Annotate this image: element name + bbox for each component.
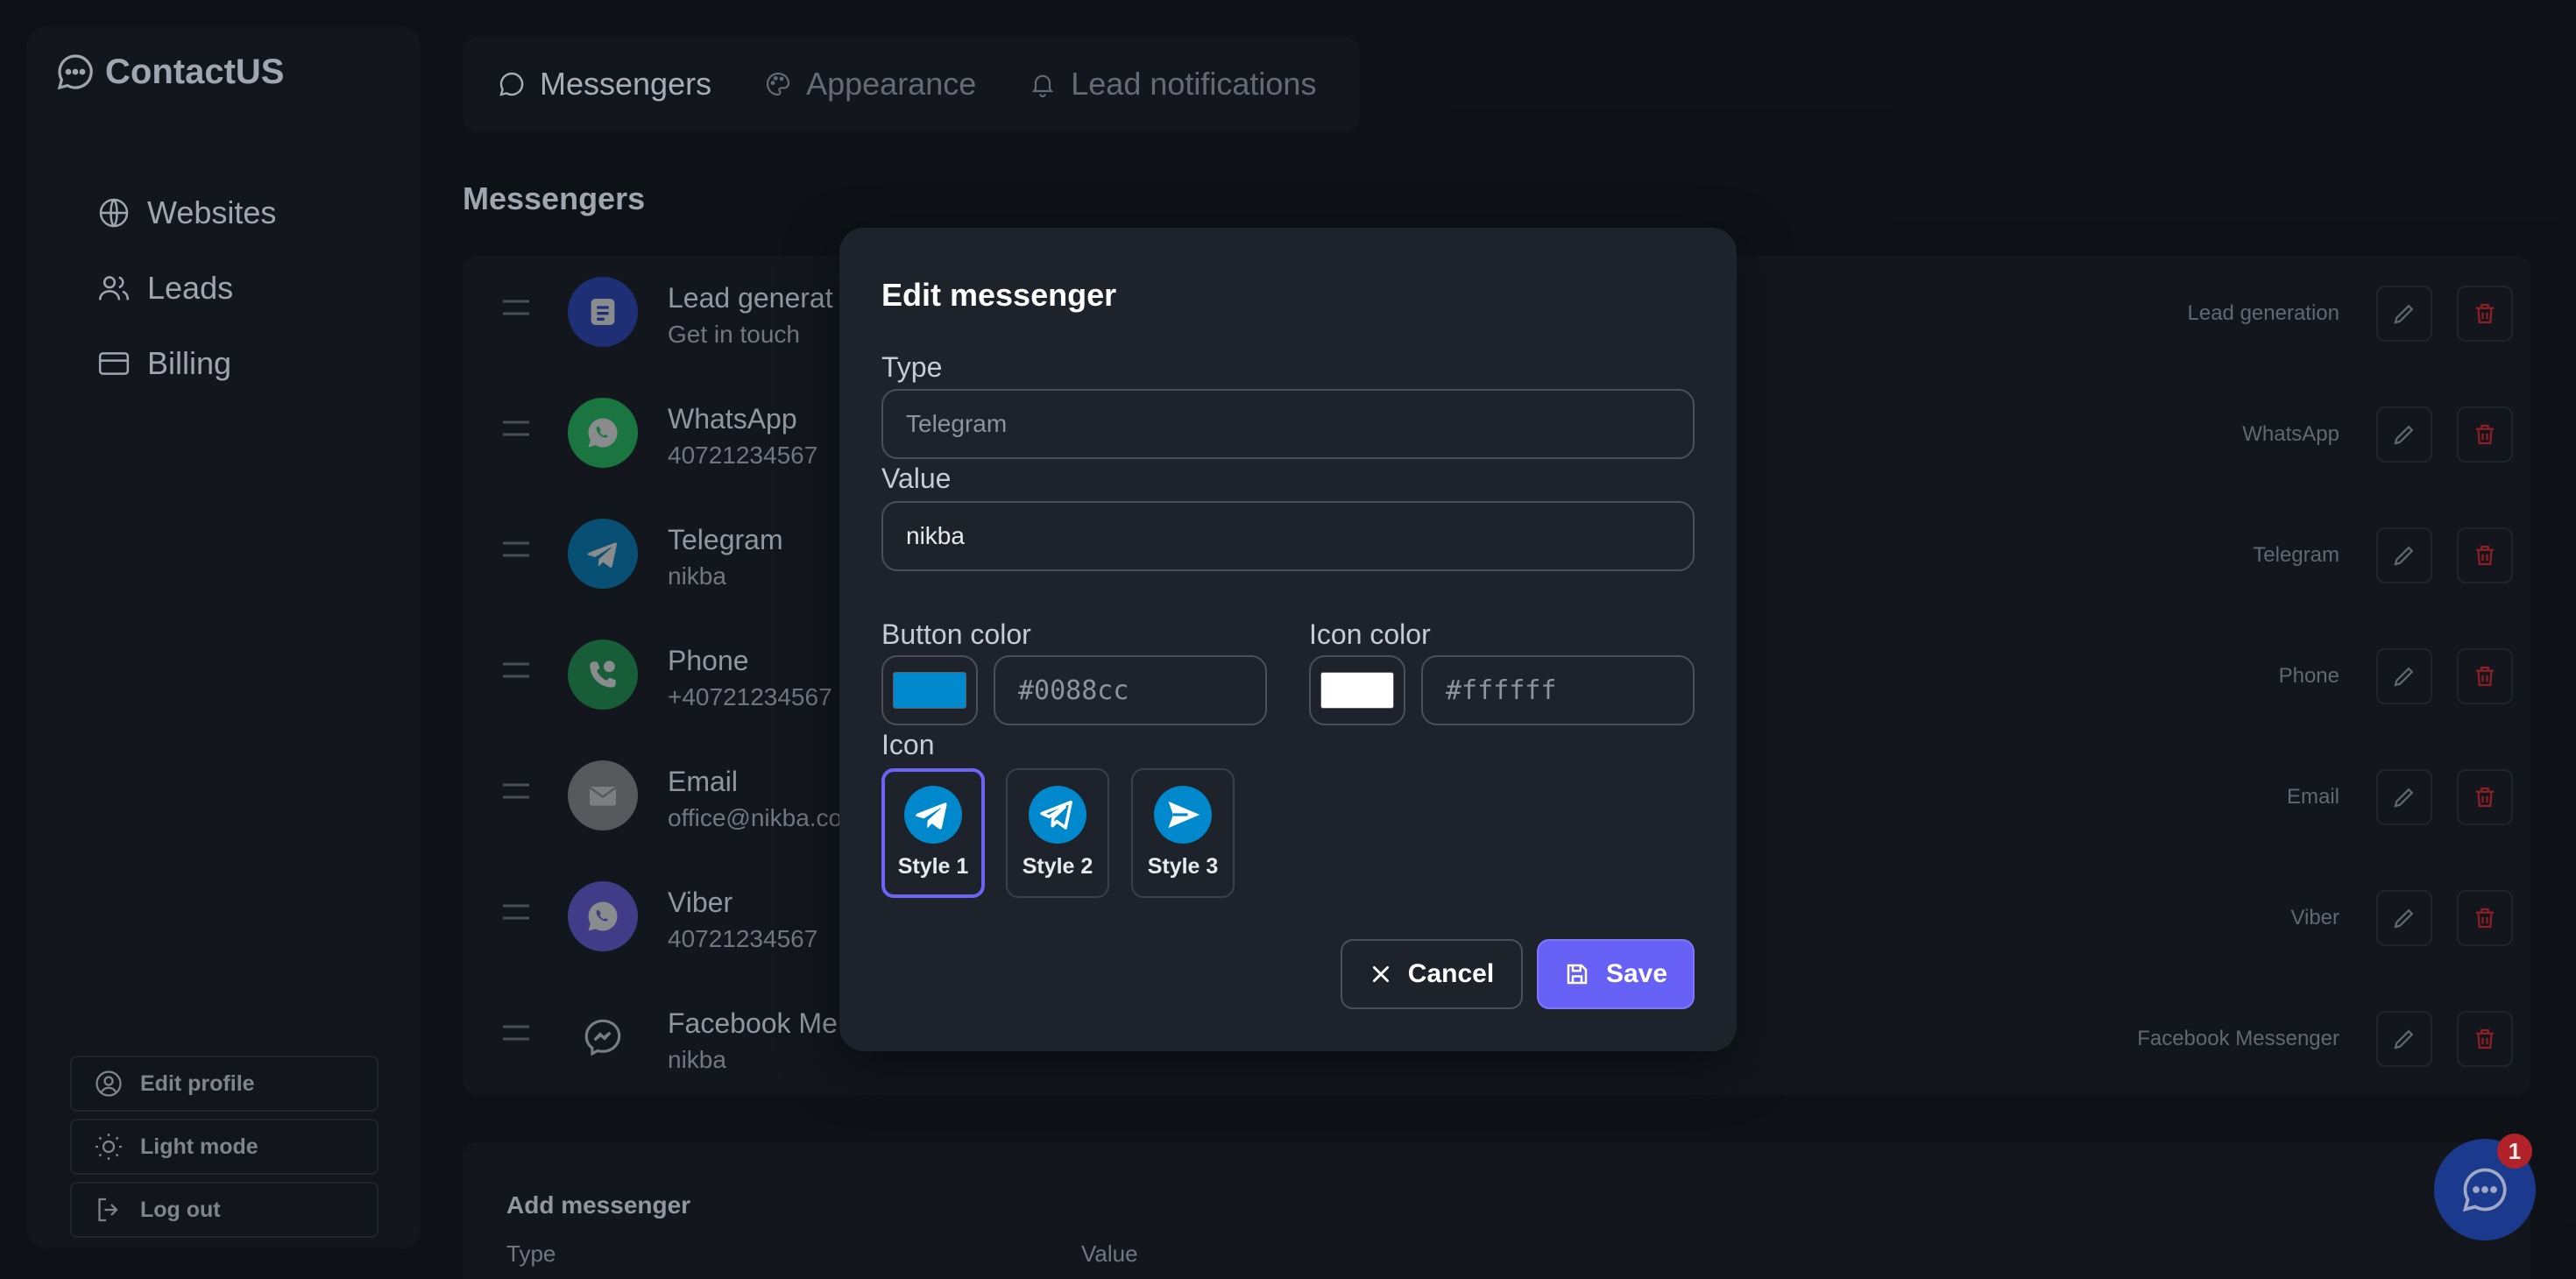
icon-color-value: #ffffff xyxy=(1446,675,1557,706)
button-color-value: #0088cc xyxy=(1018,675,1129,706)
icon-style-3[interactable]: Style 3 xyxy=(1131,768,1235,898)
type-field[interactable]: Telegram xyxy=(881,389,1695,459)
floppy-disk-icon xyxy=(1564,961,1590,987)
telegram-icon xyxy=(904,786,962,844)
button-color-swatch xyxy=(893,672,966,709)
edit-messenger-modal: Edit messenger Type Telegram Value nikba… xyxy=(839,228,1737,1051)
icon-style-label: Style 3 xyxy=(1147,854,1219,879)
value-label: Value xyxy=(881,463,952,494)
value-input[interactable]: nikba xyxy=(881,501,1695,571)
button-color-picker[interactable] xyxy=(881,655,978,725)
type-value: Telegram xyxy=(906,410,1008,437)
value-text: nikba xyxy=(906,522,965,549)
button-color-input[interactable]: #0088cc xyxy=(994,655,1267,725)
telegram-outline-icon xyxy=(1029,786,1086,844)
icon-style-label: Style 2 xyxy=(1022,854,1093,879)
icon-color-label: Icon color xyxy=(1309,618,1431,650)
icon-label: Icon xyxy=(881,729,935,760)
cancel-label: Cancel xyxy=(1407,959,1495,988)
icon-color-input[interactable]: #ffffff xyxy=(1421,655,1695,725)
send-arrow-icon xyxy=(1154,786,1212,844)
type-label: Type xyxy=(881,351,943,383)
icon-style-1[interactable]: Style 1 xyxy=(881,768,985,898)
icon-color-swatch xyxy=(1320,672,1394,709)
close-icon xyxy=(1369,963,1392,986)
icon-style-label: Style 1 xyxy=(897,854,969,879)
cancel-button[interactable]: Cancel xyxy=(1341,939,1523,1009)
modal-title: Edit messenger xyxy=(881,277,1117,313)
save-button[interactable]: Save xyxy=(1537,939,1695,1009)
save-label: Save xyxy=(1605,959,1668,988)
icon-style-2[interactable]: Style 2 xyxy=(1006,768,1109,898)
button-color-label: Button color xyxy=(881,618,1031,650)
icon-color-picker[interactable] xyxy=(1309,655,1405,725)
